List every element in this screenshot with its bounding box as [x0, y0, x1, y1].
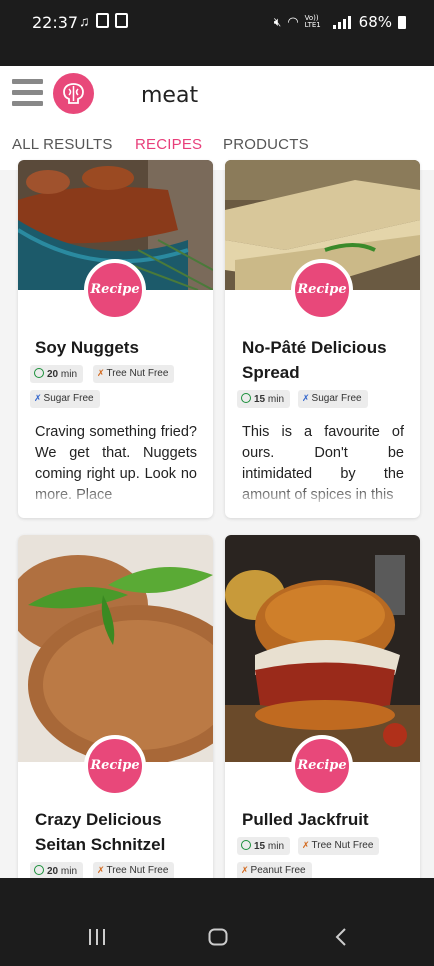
- back-button[interactable]: [334, 928, 348, 951]
- tag-chip: ✗ Sugar Free: [30, 390, 100, 408]
- status-right: 🔇︎ ◠ Vo)) LTE1 68%: [274, 13, 406, 31]
- tab-all-results[interactable]: ALL RESULTS: [12, 136, 113, 153]
- wifi-icon: ◠: [287, 14, 299, 30]
- recipe-description: This is a favourite of ours. Don't be in…: [242, 422, 404, 508]
- no-sugar-icon: ✗: [302, 393, 310, 403]
- no-nut-icon: ✗: [302, 840, 310, 850]
- recipe-image-pulled-jackfruit[interactable]: [225, 535, 420, 762]
- recipe-title[interactable]: Soy Nuggets: [35, 335, 139, 360]
- tab-recipes[interactable]: RECIPES: [135, 136, 202, 153]
- recipe-title[interactable]: Pulled Jackfruit: [242, 807, 369, 832]
- system-nav-bar: [0, 878, 434, 966]
- status-bar: 22:37 ♫ 🔇︎ ◠ Vo)) LTE1 68%: [0, 0, 434, 66]
- recipe-image-seitan-schnitzel[interactable]: [18, 535, 213, 765]
- no-nut-icon: ✗: [97, 368, 105, 378]
- signal-icon: [332, 15, 353, 29]
- recipe-title[interactable]: Crazy Delicious Seitan Schnitzel: [35, 807, 165, 857]
- recipe-card-soy-nuggets[interactable]: Recipe Soy Nuggets 20 min ✗ Tree Nut Free…: [18, 160, 213, 518]
- tab-products[interactable]: PRODUCTS: [223, 136, 309, 153]
- clock-icon: [241, 393, 251, 403]
- tag-chip: ✗ Tree Nut Free: [298, 837, 380, 855]
- tag-chip: ✗ Tree Nut Free: [93, 365, 175, 383]
- search-query[interactable]: meat: [141, 83, 198, 108]
- recipe-title[interactable]: No-Pâté Delicious Spread: [242, 335, 387, 385]
- music-icon: ♫: [79, 13, 90, 29]
- app-header: meat: [0, 66, 434, 126]
- mute-icon: 🔇︎: [273, 14, 282, 29]
- tag-chip: ✗ Tree Nut Free: [93, 862, 175, 878]
- clock-icon: [34, 368, 44, 378]
- tag-chip: ✗ Sugar Free: [298, 390, 368, 408]
- status-time: 22:37: [32, 13, 79, 32]
- app-content: meat ALL RESULTS RECIPES PRODUCTS Recipe…: [0, 66, 434, 878]
- recipe-card-no-pate[interactable]: Recipe No-Pâté Delicious Spread 15 min ✗ S…: [225, 160, 420, 518]
- time-chip: 15 min: [237, 837, 291, 855]
- menu-icon[interactable]: [12, 79, 43, 107]
- recipe-badge: Recipe: [291, 259, 353, 321]
- tag-chip: ✗ Peanut Free: [237, 862, 312, 878]
- no-nut-icon: ✗: [97, 865, 105, 875]
- recipe-grid[interactable]: Recipe Soy Nuggets 20 min ✗ Tree Nut Free…: [0, 160, 434, 878]
- recipe-badge: Recipe: [291, 735, 353, 797]
- brain-logo-icon[interactable]: [53, 73, 94, 114]
- time-chip: 20 min: [30, 862, 84, 878]
- description-fade: [242, 484, 404, 508]
- recipe-card-seitan-schnitzel[interactable]: Recipe Crazy Delicious Seitan Schnitzel 2…: [18, 535, 213, 878]
- description-fade: [35, 484, 197, 508]
- clock-icon: [34, 865, 44, 875]
- recent-apps-button[interactable]: [88, 928, 106, 951]
- time-chip: 15 min: [237, 390, 291, 408]
- battery-icon: [398, 15, 406, 29]
- home-button[interactable]: [208, 928, 228, 951]
- no-peanut-icon: ✗: [241, 865, 249, 875]
- notification-icons: ♫: [79, 13, 128, 29]
- calendar-icon: [114, 13, 128, 28]
- recipe-badge: Recipe: [84, 259, 146, 321]
- image-icon: [95, 13, 109, 28]
- recipe-description: Craving something fried? We get that. Nu…: [35, 422, 197, 508]
- recipe-badge: Recipe: [84, 735, 146, 797]
- time-chip: 20 min: [30, 365, 84, 383]
- battery-percent: 68%: [358, 13, 392, 31]
- recipe-card-pulled-jackfruit[interactable]: Recipe Pulled Jackfruit 15 min ✗ Tree Nut…: [225, 535, 420, 878]
- no-sugar-icon: ✗: [34, 393, 42, 403]
- clock-icon: [241, 840, 251, 850]
- network-label: Vo)) LTE1: [304, 14, 321, 29]
